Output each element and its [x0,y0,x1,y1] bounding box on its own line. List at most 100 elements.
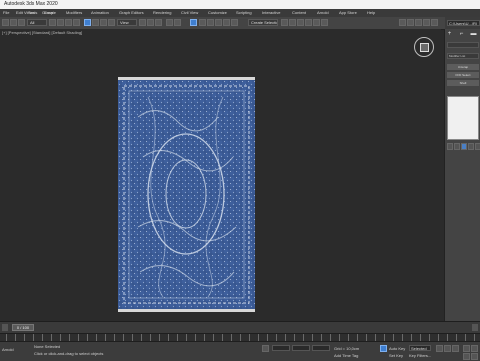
schematic-view-icon[interactable] [297,19,304,26]
curve-editor-icon[interactable] [289,19,296,26]
perspective-viewport[interactable]: [+] [Perspective] [Standard] [Default Sh… [0,29,441,321]
prompt-line: Click or click-and-drag to select object… [34,351,104,356]
viewport-label[interactable]: [+] [Perspective] [Standard] [Default Sh… [2,30,82,35]
rug-body [118,80,255,309]
workspace-path[interactable]: C:\Users\U...\Rl [447,20,480,26]
unwrap-button[interactable]: Unwrap [447,64,479,70]
rug-object[interactable] [118,77,255,312]
selection-filter-dropdown[interactable]: All [27,19,47,26]
menu-modifiers[interactable]: Modifiers [66,9,82,17]
z-coord-field[interactable] [312,345,330,351]
rect-selection-icon[interactable] [65,19,72,26]
rendered-frame-icon[interactable] [321,19,328,26]
zoom-extents-icon[interactable] [463,345,470,352]
select-object-icon[interactable] [49,19,56,26]
spinner-snap-icon[interactable] [199,19,206,26]
make-unique-icon[interactable] [461,143,467,150]
modifier-list-dropdown[interactable]: Modifier List [447,53,479,59]
window-crossing-icon[interactable] [73,19,80,26]
shell-button[interactable]: Shell [447,80,479,86]
time-slider-thumb[interactable]: 0 / 100 [12,324,34,331]
play-icon[interactable] [444,345,451,352]
command-panel-tabs: + ⌐ ▬ [446,31,480,39]
key-filters-button[interactable]: Key Filters... [409,353,431,358]
edit-named-selection-icon[interactable] [207,19,214,26]
maximize-viewport-icon[interactable] [471,353,478,360]
add-time-tag-label[interactable]: Add Time Tag [334,353,358,358]
render-setup-icon[interactable] [313,19,320,26]
viewcube[interactable] [414,37,434,57]
select-manipulate-icon[interactable] [147,19,154,26]
configure-sets-icon[interactable] [475,143,480,150]
menu-views[interactable]: Views [24,9,35,17]
menu-app-store[interactable]: App Store [339,9,357,17]
ffd-select-button[interactable]: FFD Select [447,72,479,78]
toggle-scene-explorer-icon[interactable] [281,19,288,26]
selection-status: None Selected [34,344,61,349]
go-to-end-icon[interactable] [452,345,459,352]
pan-icon[interactable] [463,353,470,360]
reference-coord-dropdown[interactable]: View [117,19,137,26]
lock-selection-icon[interactable] [262,345,269,352]
time-next-icon[interactable] [472,324,478,331]
render-in-cloud-icon[interactable] [431,19,438,26]
link-icon[interactable] [18,19,25,26]
menu-create[interactable]: Create [44,9,56,17]
menu-graph-editors[interactable]: Graph Editors [119,9,144,17]
placement-icon[interactable] [108,19,115,26]
menu-help[interactable]: Help [367,9,375,17]
angle-snap-icon[interactable] [174,19,181,26]
time-prev-icon[interactable] [2,324,8,331]
pivot-center-icon[interactable] [139,19,146,26]
align-icon[interactable] [223,19,230,26]
grid-size-label: Grid = 10,0cm [334,346,360,351]
orbit-icon[interactable] [471,345,478,352]
snaps-toggle-icon[interactable] [166,19,173,26]
menu-edit[interactable]: Edit [16,9,23,17]
mirror-icon[interactable] [215,19,222,26]
menu-interactive[interactable]: Interactive [262,9,280,17]
percent-snap-icon[interactable] [190,19,197,26]
scale-icon[interactable] [100,19,107,26]
x-coord-field[interactable] [272,345,290,351]
activeshade-icon[interactable] [423,19,430,26]
workspace-area: C:\Users\U...\Rl [445,17,480,29]
menu-rendering[interactable]: Rendering [153,9,171,17]
tab-modify[interactable]: ⌐ [458,31,465,38]
menu-customize[interactable]: Customize [208,9,227,17]
window-title: Autodesk 3ds Max 2020 [4,1,58,7]
menu-scripting[interactable]: Scripting [236,9,252,17]
menu-content[interactable]: Content [292,9,306,17]
tab-create[interactable]: + [446,31,453,38]
keyboard-shortcut-icon[interactable] [155,19,162,26]
object-name-field[interactable] [447,42,479,48]
render-production-icon[interactable] [399,19,406,26]
remove-modifier-icon[interactable] [468,143,474,150]
maxscript-listener-label[interactable]: Arnold [2,347,14,352]
show-end-result-icon[interactable] [454,143,460,150]
menu-arnold[interactable]: Arnold [317,9,329,17]
menu-bar: File Edit Tools Group Views Create Modif… [0,9,480,17]
menu-civil-view[interactable]: Civil View [181,9,198,17]
render-shortcuts-icon[interactable] [415,19,422,26]
pin-stack-icon[interactable] [447,143,453,150]
menu-animation[interactable]: Animation [91,9,109,17]
key-mode-dropdown[interactable]: Selected [409,345,431,351]
move-icon[interactable] [84,19,91,26]
material-editor-icon[interactable] [305,19,312,26]
select-by-name-icon[interactable] [57,19,64,26]
redo-icon[interactable] [10,19,17,26]
rotate-icon[interactable] [92,19,99,26]
status-bar: Arnold None Selected Click or click-and-… [0,341,480,361]
modifier-stack[interactable] [447,96,479,140]
undo-icon[interactable] [2,19,9,26]
named-selection-set-dropdown[interactable]: Create Selection Se [248,19,278,26]
render-iterative-icon[interactable] [407,19,414,26]
layer-icon[interactable] [231,19,238,26]
viewcube-face[interactable] [420,43,429,52]
auto-key-button[interactable] [380,345,387,352]
tab-hierarchy[interactable]: ▬ [470,31,477,38]
menu-file[interactable]: File [3,9,9,17]
y-coord-field[interactable] [292,345,310,351]
go-to-start-icon[interactable] [436,345,443,352]
